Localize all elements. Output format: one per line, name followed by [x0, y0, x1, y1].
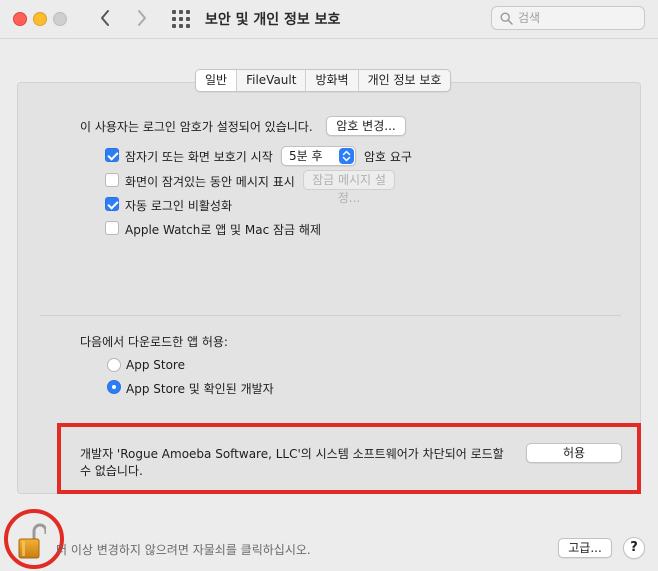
radio-app-store-identified[interactable] — [107, 380, 121, 394]
radio-app-store-identified-label: App Store 및 확인된 개발자 — [126, 382, 274, 396]
lock-instruction-text: 더 이상 변경하지 않으려면 자물쇠를 클릭하십시오. — [56, 543, 311, 557]
tab-general[interactable]: 일반 — [196, 70, 238, 91]
title-bar: 보안 및 개인 정보 보호 — [0, 0, 658, 38]
radio-app-store-label: App Store — [126, 358, 185, 372]
chevron-left-icon — [101, 10, 109, 26]
unlocked-padlock-icon[interactable] — [18, 522, 46, 560]
help-button[interactable]: ? — [623, 537, 645, 559]
password-delay-popup[interactable]: 5분 후 — [281, 146, 356, 166]
close-window-button[interactable] — [13, 12, 27, 26]
radio-app-store[interactable] — [107, 358, 121, 372]
disable-auto-login-checkbox[interactable] — [105, 197, 119, 211]
advanced-button[interactable]: 고급... — [558, 538, 612, 558]
require-password-suffix: 암호 요구 — [364, 150, 412, 164]
set-lock-message-button[interactable]: 잠금 메시지 설정... — [303, 170, 395, 205]
apple-watch-unlock-checkbox[interactable] — [105, 221, 119, 235]
minimize-window-button[interactable] — [33, 12, 47, 26]
back-button[interactable] — [93, 6, 117, 30]
show-lock-message-label: 화면이 잠겨있는 동안 메시지 표시 — [125, 175, 295, 189]
toolbar-divider — [0, 38, 658, 39]
apple-watch-unlock-label: Apple Watch로 앱 및 Mac 잠금 해제 — [125, 223, 321, 237]
search-input[interactable] — [518, 10, 638, 26]
search-field[interactable] — [491, 6, 645, 30]
password-delay-value: 5분 후 — [289, 149, 323, 163]
change-password-button[interactable]: 암호 변경... — [326, 116, 406, 136]
tab-filevault[interactable]: FileVault — [237, 70, 307, 91]
chevron-right-icon — [138, 10, 146, 26]
search-icon — [500, 12, 513, 25]
annotation-highlight-box — [57, 423, 641, 494]
popup-stepper-icon — [339, 148, 354, 164]
tab-bar: 일반 FileVault 방화벽 개인 정보 보호 — [195, 69, 452, 92]
zoom-window-button[interactable] — [53, 12, 67, 26]
window-title: 보안 및 개인 정보 보호 — [205, 12, 341, 28]
allow-apps-heading: 다음에서 다운로드한 앱 허용: — [80, 335, 228, 349]
show-all-grid-icon[interactable] — [172, 10, 190, 28]
tab-privacy[interactable]: 개인 정보 보호 — [359, 70, 451, 91]
show-lock-message-checkbox[interactable] — [105, 173, 119, 187]
require-password-label: 잠자기 또는 화면 보호기 시작 — [125, 150, 273, 164]
disable-auto-login-label: 자동 로그인 비활성화 — [125, 199, 232, 213]
require-password-checkbox[interactable] — [105, 148, 119, 162]
section-divider — [40, 315, 621, 316]
login-password-text: 이 사용자는 로그인 암호가 설정되어 있습니다. — [80, 120, 313, 134]
tab-firewall[interactable]: 방화벽 — [306, 70, 359, 91]
forward-button[interactable] — [130, 6, 154, 30]
